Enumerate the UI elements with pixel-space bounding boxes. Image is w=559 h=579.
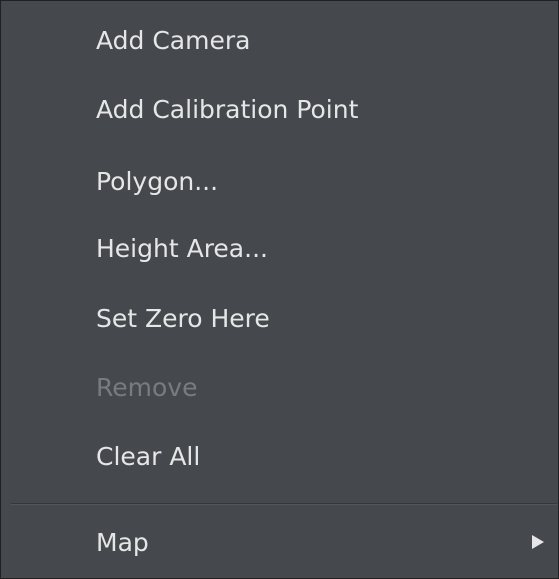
menu-item-label: Set Zero Here (96, 303, 270, 333)
menu-item-set-zero-here[interactable]: Set Zero Here (1, 287, 558, 349)
menu-item-polygon[interactable]: Polygon... (1, 150, 558, 212)
menu-item-label: Polygon... (96, 166, 219, 196)
triangle-right-icon (532, 535, 544, 549)
menu-item-remove: Remove (1, 356, 558, 418)
menu-item-add-calibration-point[interactable]: Add Calibration Point (1, 78, 558, 140)
menu-item-add-camera[interactable]: Add Camera (1, 9, 558, 71)
menu-item-height-area[interactable]: Height Area... (1, 217, 558, 279)
menu-item-label: Add Calibration Point (96, 94, 359, 124)
menu-item-label: Height Area... (96, 233, 268, 263)
menu-item-clear-all[interactable]: Clear All (1, 425, 558, 487)
menu-item-map[interactable]: Map (1, 511, 558, 573)
menu-separator (11, 503, 557, 505)
context-menu: Add Camera Add Calibration Point Polygon… (0, 0, 559, 579)
menu-item-label: Add Camera (96, 25, 251, 55)
menu-item-label: Map (96, 527, 149, 557)
menu-item-label: Remove (96, 372, 198, 402)
menu-item-label: Clear All (96, 441, 201, 471)
